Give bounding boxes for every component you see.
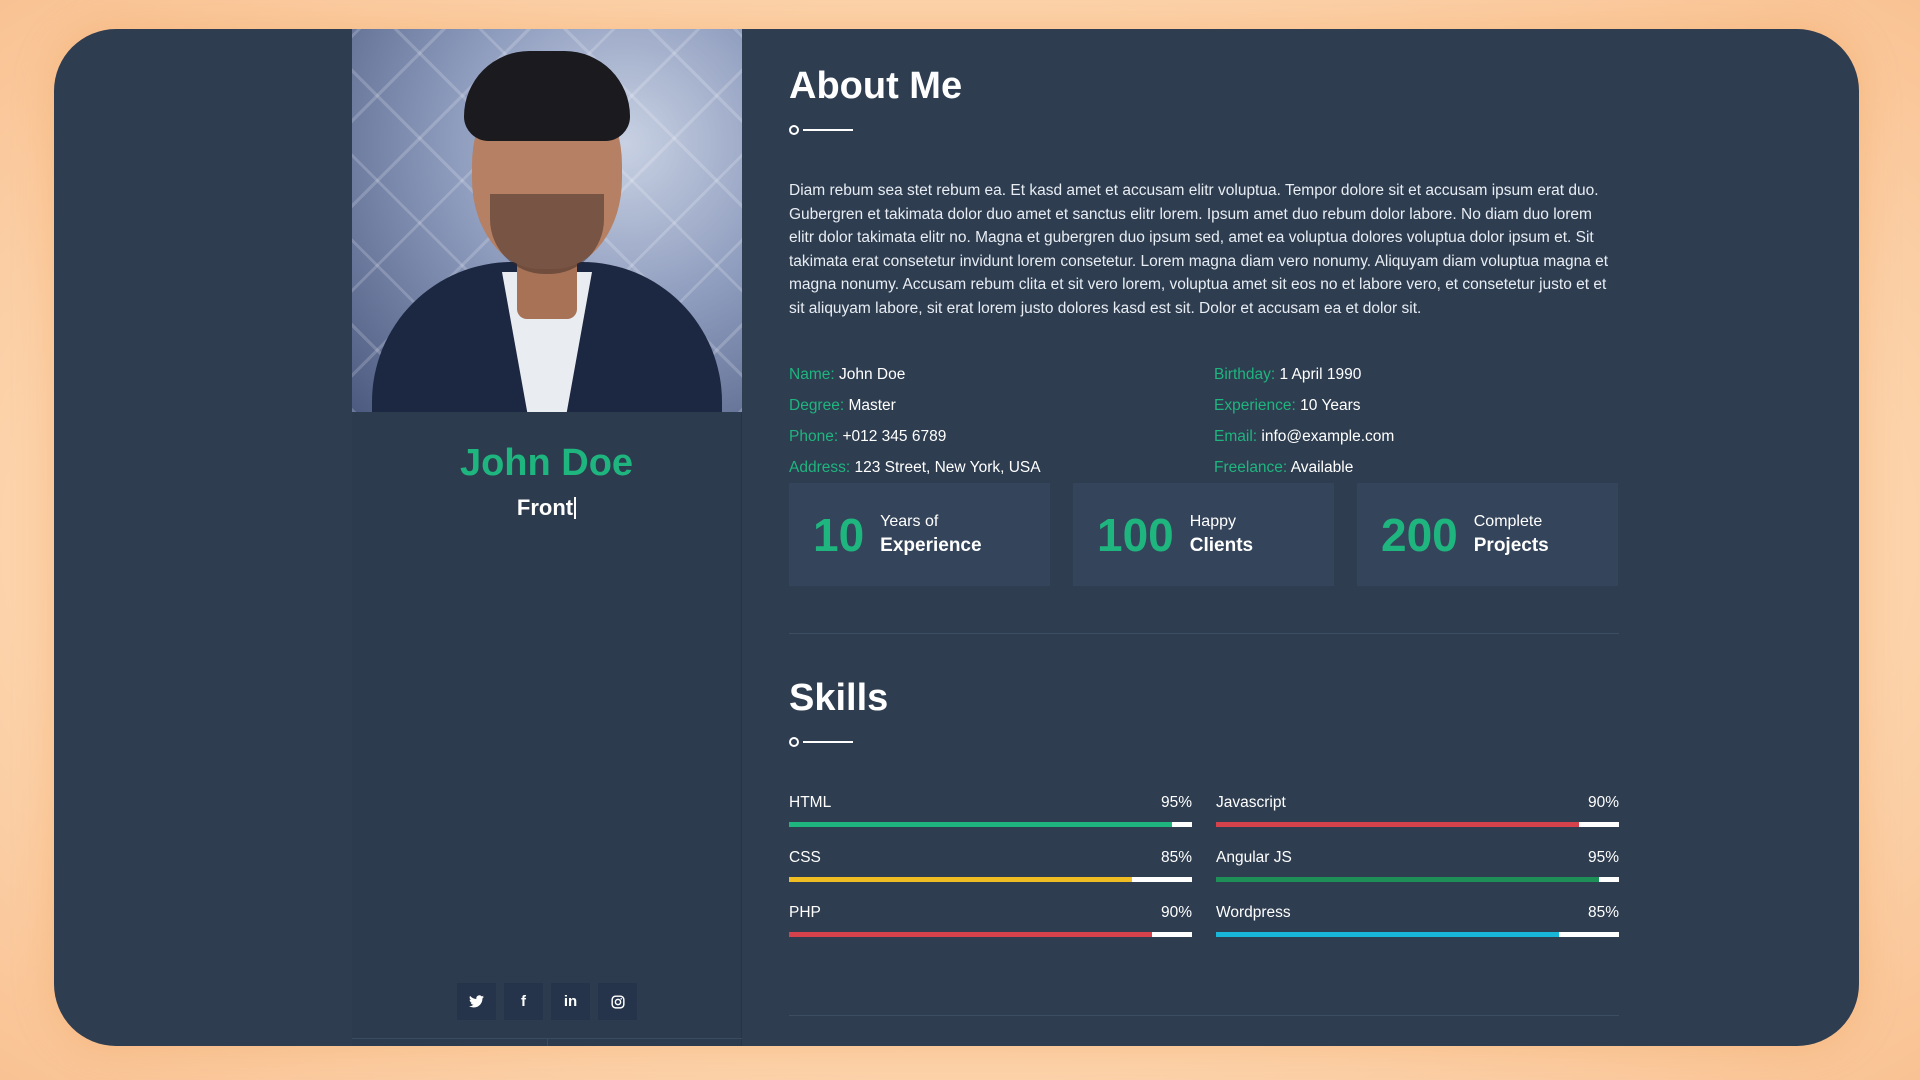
skills-title-divider [789,737,853,747]
stat-card: 200 Complete Projects [1357,483,1618,586]
about-title-divider [789,125,853,135]
stat-label-bottom: Projects [1473,534,1549,556]
stat-card: 10 Years of Experience [789,483,1050,586]
skill-progress-bar [789,932,1192,937]
profile-role-typed: Front [352,495,741,521]
skill-progress-bar [789,877,1192,882]
personal-info-grid: Name: John Doe Birthday: 1 April 1990 Degr… [789,365,1619,478]
info-key: Name: [789,366,835,383]
info-item: Address: 123 Street, New York, USA [789,458,1214,478]
stat-number: 10 [813,508,865,561]
skill-percent: 90% [1160,904,1192,921]
info-value: John Doe [838,366,906,383]
skill-item: HTML 95% [789,794,1192,827]
skill-name: HTML [789,794,832,811]
info-value: 10 Years [1300,397,1361,414]
info-value: 1 April 1990 [1279,366,1362,383]
social-links: f in [352,983,742,1020]
stat-number: 200 [1381,508,1458,561]
info-key: Phone: [789,428,839,445]
skill-progress-fill [1216,877,1599,882]
info-key: Experience: [1214,397,1296,414]
skill-item: PHP 90% [789,904,1192,937]
skill-name: CSS [789,849,821,866]
info-item: Name: John Doe [789,365,1214,385]
section-divider-bottom [789,1015,1619,1016]
skill-item: CSS 85% [789,849,1192,882]
skill-percent: 90% [1587,794,1619,811]
skill-progress-bar [789,822,1192,827]
about-title: About Me [789,65,963,107]
section-divider [789,633,1619,634]
info-value: 123 Street, New York, USA [854,459,1041,476]
skill-item: Wordpress 85% [1216,904,1619,937]
skill-progress-bar [1216,822,1619,827]
skill-progress-fill [789,932,1152,937]
skill-name: Angular JS [1216,849,1292,866]
info-value: Available [1290,459,1354,476]
info-value: Master [848,397,896,414]
stat-label-bottom: Experience [880,534,982,556]
skill-name: Wordpress [1216,904,1291,921]
skill-percent: 85% [1587,904,1619,921]
info-key: Address: [789,459,851,476]
skill-progress-fill [789,822,1172,827]
twitter-icon[interactable] [457,983,496,1020]
stat-number: 100 [1097,508,1174,561]
app-window: John Doe Front f in About Me Diam rebum … [54,29,1859,1046]
skill-name: Javascript [1216,794,1286,811]
stat-label-top: Years of [880,512,939,530]
stats-row: 10 Years of Experience 100 Happy Clients 200 Co… [789,483,1619,586]
stat-card: 100 Happy Clients [1073,483,1334,586]
skills-grid: HTML 95% Javascript 90% CSS 85% Angular JS 95% P… [789,794,1619,937]
info-item: Email: info@example.com [1214,427,1619,447]
skill-item: Javascript 90% [1216,794,1619,827]
profile-name: John Doe [459,442,634,484]
skill-progress-fill [1216,822,1579,827]
linkedin-icon[interactable]: in [551,983,590,1020]
info-value: info@example.com [1261,428,1395,445]
info-key: Birthday: [1214,366,1276,383]
about-paragraph: Diam rebum sea stet rebum ea. Et kasd am… [789,182,1609,317]
skills-title: Skills [789,677,889,719]
skill-name: PHP [789,904,821,921]
stat-label-top: Complete [1473,512,1543,530]
skill-progress-fill [789,877,1132,882]
info-item: Freelance: Available [1214,458,1619,478]
profile-sidebar: John Doe Front f in [352,29,742,1046]
skill-progress-fill [1216,932,1559,937]
profile-photo [352,29,742,412]
skill-item: Angular JS 95% [1216,849,1619,882]
skill-progress-bar [1216,932,1619,937]
info-key: Degree: [789,397,845,414]
stat-label-top: Happy [1189,512,1236,530]
skill-percent: 85% [1160,849,1192,866]
skill-percent: 95% [1160,794,1192,811]
info-item: Experience: 10 Years [1214,396,1619,416]
info-value: +012 345 6789 [842,428,947,445]
instagram-icon[interactable] [598,983,637,1020]
info-item: Degree: Master [789,396,1214,416]
info-key: Email: [1214,428,1258,445]
info-item: Phone: +012 345 6789 [789,427,1214,447]
role-text: Front [516,495,574,520]
skill-percent: 95% [1587,849,1619,866]
stat-label-bottom: Clients [1189,534,1254,556]
facebook-icon[interactable]: f [504,983,543,1020]
skill-progress-bar [1216,877,1619,882]
typing-caret [574,497,577,519]
sidebar-footer-border [352,1038,742,1046]
info-key: Freelance: [1214,459,1288,476]
info-item: Birthday: 1 April 1990 [1214,365,1619,385]
